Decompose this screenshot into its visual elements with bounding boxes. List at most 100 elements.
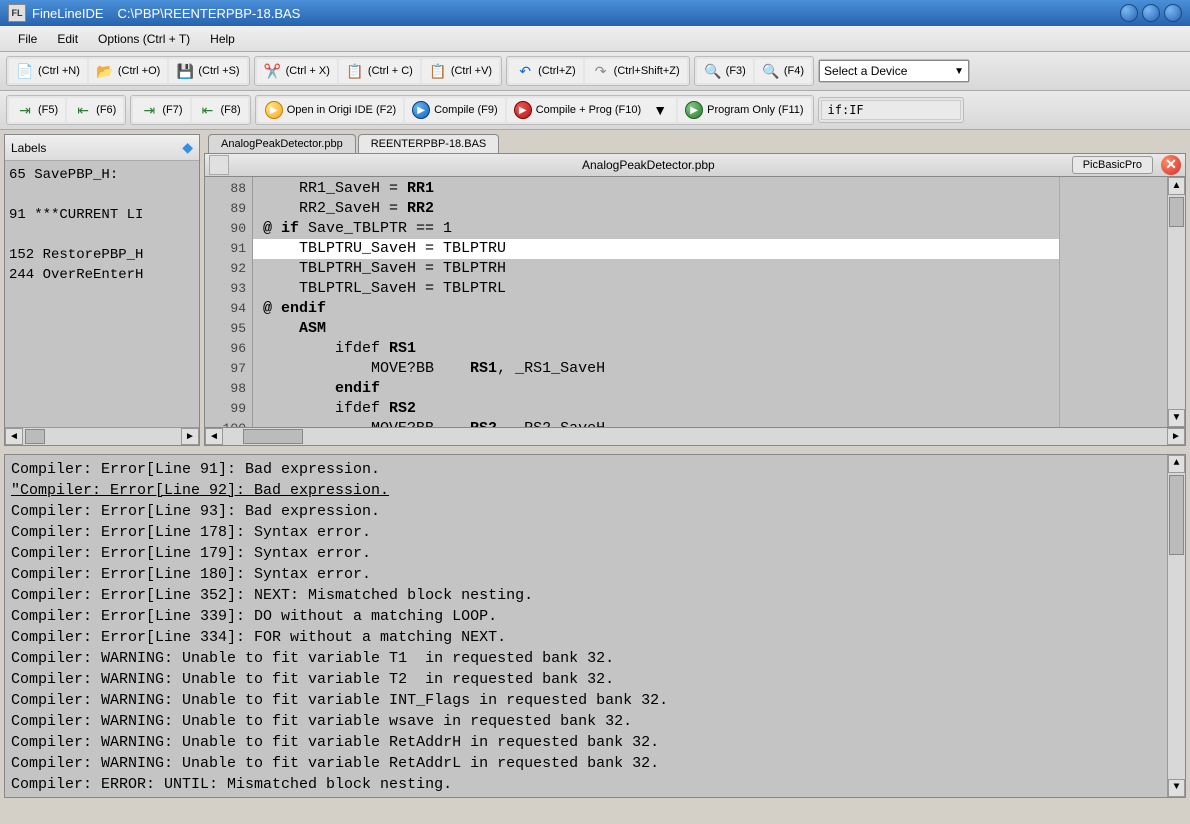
output-line[interactable]: Compiler: ERROR: UNTIL: Mismatched block… xyxy=(11,774,1179,795)
code-line[interactable]: endif xyxy=(253,379,1059,399)
hscroll-thumb[interactable] xyxy=(243,429,303,444)
cut-button[interactable]: ✂️(Ctrl + X) xyxy=(257,59,337,83)
code-content[interactable]: RR1_SaveH = RR1 RR2_SaveH = RR2@ if Save… xyxy=(253,177,1059,427)
output-line[interactable]: Compiler: WARNING: Unable to fit variabl… xyxy=(11,690,1179,711)
tab-reenterpbp-18-bas[interactable]: REENTERPBP-18.BAS xyxy=(358,134,500,153)
code-line[interactable]: TBLPTRL_SaveH = TBLPTRL xyxy=(253,279,1059,299)
indent-left-f6-button[interactable]: ⇤(F6) xyxy=(67,98,123,122)
replace-button[interactable]: 🔍(F4) xyxy=(755,59,811,83)
scroll-left-button[interactable]: ◄ xyxy=(5,428,23,445)
line-number: 98 xyxy=(207,379,246,399)
code-line[interactable]: TBLPTRU_SaveH = TBLPTRU xyxy=(253,239,1059,259)
redo-button[interactable]: ↷(Ctrl+Shift+Z) xyxy=(585,59,687,83)
open-origi-ide-button[interactable]: ▶Open in Origi IDE (F2) xyxy=(258,98,403,122)
close-window-button[interactable] xyxy=(1164,4,1182,22)
window-controls xyxy=(1120,4,1182,22)
output-vscrollbar[interactable]: ▲ ▼ xyxy=(1167,455,1185,797)
diamond-icon: ◆ xyxy=(182,139,193,156)
sidebar-label-line[interactable]: 152 RestorePBP_H xyxy=(9,245,195,265)
sidebar-label-line[interactable] xyxy=(9,225,195,245)
sidebar-label-line[interactable] xyxy=(9,185,195,205)
code-editor[interactable]: 888990919293949596979899100 RR1_SaveH = … xyxy=(204,177,1186,428)
program-only-button[interactable]: ▶Program Only (F11) xyxy=(678,98,810,122)
if-status-box: if:IF xyxy=(821,100,961,120)
line-number: 92 xyxy=(207,259,246,279)
close-editor-button[interactable]: ✕ xyxy=(1161,155,1181,175)
sidebar-label-line[interactable]: 244 OverReEnterH xyxy=(9,265,195,285)
editor-hscrollbar[interactable]: ◄ ► xyxy=(204,428,1186,446)
device-select[interactable]: Select a Device ▼ xyxy=(819,60,969,82)
code-line[interactable]: ifdef RS1 xyxy=(253,339,1059,359)
code-line[interactable]: MOVE?BB RS1, _RS1_SaveH xyxy=(253,359,1059,379)
compile-button[interactable]: ▶Compile (F9) xyxy=(405,98,505,122)
code-line[interactable]: @ endif xyxy=(253,299,1059,319)
minimize-button[interactable] xyxy=(1120,4,1138,22)
output-line[interactable]: Compiler: Error[Line 178]: Syntax error. xyxy=(11,522,1179,543)
vscroll-thumb[interactable] xyxy=(1169,197,1184,227)
output-line[interactable]: Compiler: Error[Line 91]: Bad expression… xyxy=(11,459,1179,480)
scroll-down-button[interactable]: ▼ xyxy=(1168,409,1185,427)
editor-tabs: AnalogPeakDetector.pbpREENTERPBP-18.BAS xyxy=(204,134,1186,153)
paste-button[interactable]: 📋(Ctrl +V) xyxy=(422,59,499,83)
save-button[interactable]: 💾(Ctrl +S) xyxy=(169,59,246,83)
menu-options[interactable]: Options (Ctrl + T) xyxy=(88,28,200,50)
output-vscroll-thumb[interactable] xyxy=(1169,475,1184,555)
output-line[interactable]: Compiler: Error[Line 352]: NEXT: Mismatc… xyxy=(11,585,1179,606)
editor-vscrollbar[interactable]: ▲ ▼ xyxy=(1167,177,1185,427)
maximize-button[interactable] xyxy=(1142,4,1160,22)
sidebar-hscrollbar[interactable]: ◄ ► xyxy=(5,427,199,445)
tab-analogpeakdetector-pbp[interactable]: AnalogPeakDetector.pbp xyxy=(208,134,356,153)
open-button[interactable]: 📂(Ctrl +O) xyxy=(89,59,167,83)
scroll-up-button[interactable]: ▲ xyxy=(1168,455,1185,473)
scroll-thumb[interactable] xyxy=(25,429,45,444)
code-line[interactable]: MOVE?BB RS2, RS2 SaveH xyxy=(253,419,1059,428)
output-line[interactable]: Compiler: WARNING: Unable to fit variabl… xyxy=(11,732,1179,753)
menu-edit[interactable]: Edit xyxy=(47,28,88,50)
menu-file[interactable]: File xyxy=(8,28,47,50)
indent-right-f5-button[interactable]: ⇥(F5) xyxy=(9,98,65,122)
output-line[interactable]: Compiler: WARNING: Unable to fit variabl… xyxy=(11,753,1179,774)
scroll-down-button[interactable]: ▼ xyxy=(1168,779,1185,797)
sidebar: Labels ◆ 65 SavePBP_H: 91 ***CURRENT LI … xyxy=(4,134,200,446)
code-line[interactable]: @ if Save_TBLPTR == 1 xyxy=(253,219,1059,239)
sidebar-title: Labels xyxy=(11,141,182,155)
code-line[interactable]: ASM xyxy=(253,319,1059,339)
outdent-f7-button[interactable]: ⇥(F7) xyxy=(133,98,189,122)
sidebar-label-line[interactable]: 91 ***CURRENT LI xyxy=(9,205,195,225)
outdent-f8-button[interactable]: ⇤(F8) xyxy=(192,98,248,122)
language-button[interactable]: PicBasicPro xyxy=(1072,156,1153,174)
output-line[interactable]: Compiler: WARNING: Unable to fit variabl… xyxy=(11,669,1179,690)
search-icon: 🔍 xyxy=(704,62,722,80)
compiler-output-panel[interactable]: Compiler: Error[Line 91]: Bad expression… xyxy=(4,454,1186,798)
code-line[interactable]: RR1_SaveH = RR1 xyxy=(253,179,1059,199)
line-gutter: 888990919293949596979899100 xyxy=(205,177,253,427)
scroll-up-button[interactable]: ▲ xyxy=(1168,177,1185,195)
output-line[interactable]: Compiler: Error[Line 334]: FOR without a… xyxy=(11,627,1179,648)
scroll-left-button[interactable]: ◄ xyxy=(205,428,223,445)
code-line[interactable]: ifdef RS2 xyxy=(253,399,1059,419)
compile-prog-button[interactable]: ▶Compile + Prog (F10)▼ xyxy=(507,98,676,122)
sidebar-header[interactable]: Labels ◆ xyxy=(5,135,199,161)
output-line[interactable]: Compiler: WARNING: Unable to fit variabl… xyxy=(11,648,1179,669)
scroll-right-button[interactable]: ► xyxy=(181,428,199,445)
editor-area: AnalogPeakDetector.pbpREENTERPBP-18.BAS … xyxy=(204,134,1186,446)
copy-button[interactable]: 📋(Ctrl + C) xyxy=(339,59,420,83)
editor-header-left-button[interactable] xyxy=(209,155,229,175)
output-line[interactable]: Compiler: Error[Line 179]: Syntax error. xyxy=(11,543,1179,564)
output-line[interactable]: Compiler: Error[Line 93]: Bad expression… xyxy=(11,501,1179,522)
find-button[interactable]: 🔍(F3) xyxy=(697,59,753,83)
save-icon: 💾 xyxy=(176,62,194,80)
output-line[interactable]: Compiler: Error[Line 339]: DO without a … xyxy=(11,606,1179,627)
menu-help[interactable]: Help xyxy=(200,28,245,50)
scroll-right-button[interactable]: ► xyxy=(1167,428,1185,445)
sidebar-labels-list[interactable]: 65 SavePBP_H: 91 ***CURRENT LI 152 Resto… xyxy=(5,161,199,427)
dropdown-arrow-icon[interactable]: ▼ xyxy=(651,101,669,119)
undo-button[interactable]: ↶(Ctrl+Z) xyxy=(509,59,583,83)
output-line[interactable]: "Compiler: Error[Line 92]: Bad expressio… xyxy=(11,480,1179,501)
new-button[interactable]: 📄(Ctrl +N) xyxy=(9,59,87,83)
output-line[interactable]: Compiler: WARNING: Unable to fit variabl… xyxy=(11,711,1179,732)
code-line[interactable]: RR2_SaveH = RR2 xyxy=(253,199,1059,219)
output-line[interactable]: Compiler: Error[Line 180]: Syntax error. xyxy=(11,564,1179,585)
sidebar-label-line[interactable]: 65 SavePBP_H: xyxy=(9,165,195,185)
code-line[interactable]: TBLPTRH_SaveH = TBLPTRH xyxy=(253,259,1059,279)
